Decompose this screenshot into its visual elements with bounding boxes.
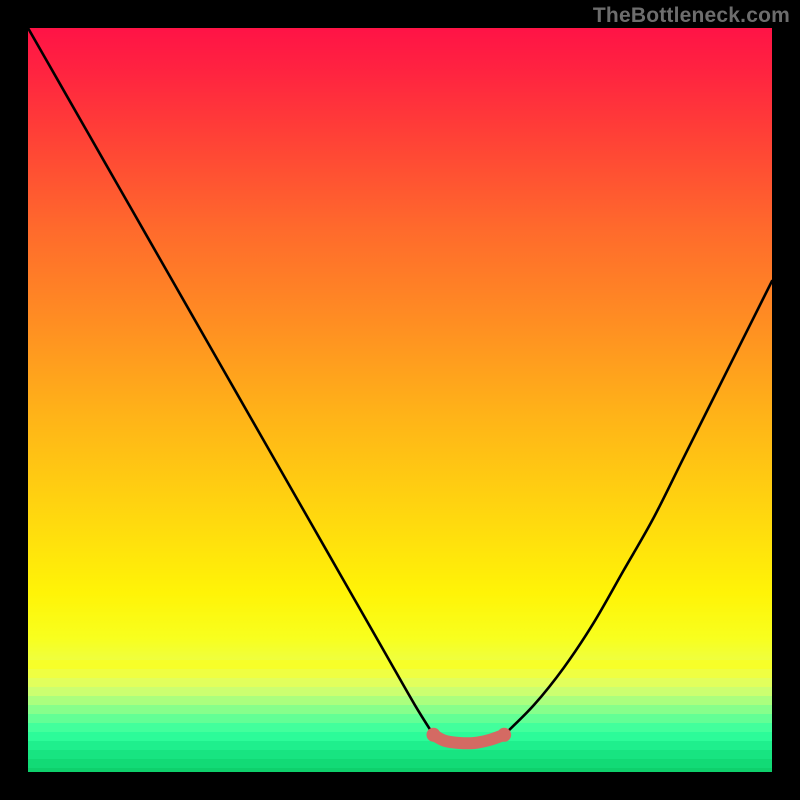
curve-layer [28, 28, 772, 772]
curve-right-branch [504, 281, 772, 735]
watermark-text: TheBottleneck.com [593, 4, 790, 28]
valley-endcap-right [497, 728, 511, 742]
plot-area [28, 28, 772, 772]
curve-left-branch [28, 28, 433, 735]
valley-endcap-left [426, 728, 440, 742]
curve-valley-highlight [433, 735, 504, 744]
chart-frame: TheBottleneck.com [0, 0, 800, 800]
